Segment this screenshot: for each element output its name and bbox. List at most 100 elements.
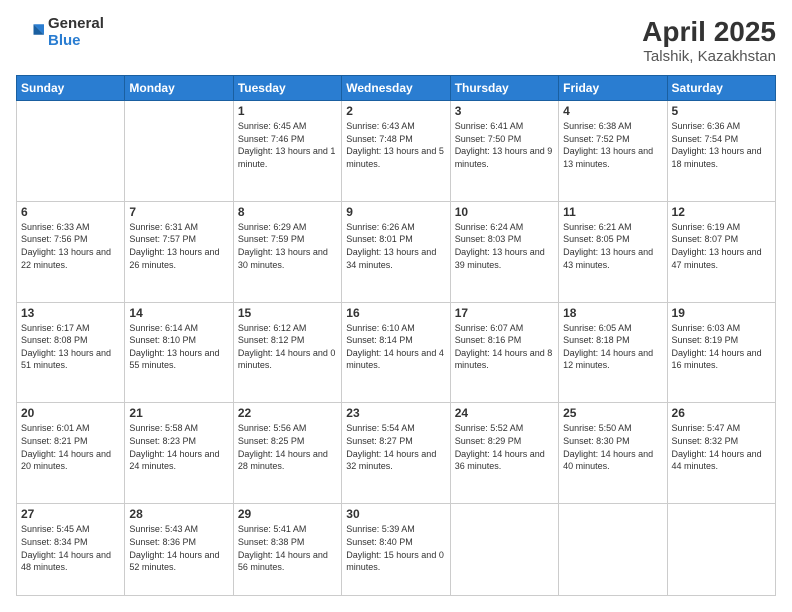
weekday-header-monday: Monday [125, 76, 233, 101]
calendar-cell: 24 Sunrise: 5:52 AM Sunset: 8:29 PM Dayli… [450, 403, 558, 504]
title-block: April 2025 Talshik, Kazakhstan [642, 16, 776, 65]
location: Talshik, Kazakhstan [642, 48, 776, 65]
calendar-cell [125, 101, 233, 202]
logo-text: General Blue [48, 16, 104, 49]
day-info: Sunrise: 6:29 AM Sunset: 7:59 PM Dayligh… [238, 221, 337, 271]
logo-icon [16, 19, 44, 47]
day-info: Sunrise: 5:56 AM Sunset: 8:25 PM Dayligh… [238, 422, 337, 472]
calendar-cell: 12 Sunrise: 6:19 AM Sunset: 8:07 PM Dayli… [667, 201, 775, 302]
calendar-cell: 14 Sunrise: 6:14 AM Sunset: 8:10 PM Dayli… [125, 302, 233, 403]
week-row-2: 6 Sunrise: 6:33 AM Sunset: 7:56 PM Daylig… [17, 201, 776, 302]
weekday-header-sunday: Sunday [17, 76, 125, 101]
calendar-table: SundayMondayTuesdayWednesdayThursdayFrid… [16, 75, 776, 596]
day-number: 21 [129, 406, 228, 420]
calendar-cell: 3 Sunrise: 6:41 AM Sunset: 7:50 PM Daylig… [450, 101, 558, 202]
day-info: Sunrise: 5:52 AM Sunset: 8:29 PM Dayligh… [455, 422, 554, 472]
weekday-header-wednesday: Wednesday [342, 76, 450, 101]
calendar-cell: 8Sunrise: 6:29 AM Sunset: 7:59 PM Daylig… [233, 201, 341, 302]
day-number: 27 [21, 507, 120, 521]
page: General Blue April 2025 Talshik, Kazakhs… [0, 0, 792, 612]
day-info: Sunrise: 5:43 AM Sunset: 8:36 PM Dayligh… [129, 523, 228, 573]
header: General Blue April 2025 Talshik, Kazakhs… [16, 16, 776, 65]
day-info: Sunrise: 6:45 AM Sunset: 7:46 PM Dayligh… [238, 120, 337, 170]
calendar-cell: 30 Sunrise: 5:39 AM Sunset: 8:40 PM Dayli… [342, 504, 450, 596]
day-info: Sunrise: 6:24 AM Sunset: 8:03 PM Dayligh… [455, 221, 554, 271]
calendar-cell: 6 Sunrise: 6:33 AM Sunset: 7:56 PM Daylig… [17, 201, 125, 302]
calendar-cell: 28 Sunrise: 5:43 AM Sunset: 8:36 PM Dayli… [125, 504, 233, 596]
calendar-cell: 20 Sunrise: 6:01 AM Sunset: 8:21 PM Dayli… [17, 403, 125, 504]
day-info: Sunrise: 6:31 AM Sunset: 7:57 PM Dayligh… [129, 221, 228, 271]
day-number: 4 [563, 104, 662, 118]
day-number: 1 [238, 104, 337, 118]
day-info: Sunrise: 6:41 AM Sunset: 7:50 PM Dayligh… [455, 120, 554, 170]
week-row-5: 27 Sunrise: 5:45 AM Sunset: 8:34 PM Dayli… [17, 504, 776, 596]
day-number: 24 [455, 406, 554, 420]
calendar-cell: 23 Sunrise: 5:54 AM Sunset: 8:27 PM Dayli… [342, 403, 450, 504]
day-number: 14 [129, 306, 228, 320]
calendar-cell: 11 Sunrise: 6:21 AM Sunset: 8:05 PM Dayli… [559, 201, 667, 302]
calendar-cell: 1 Sunrise: 6:45 AM Sunset: 7:46 PM Daylig… [233, 101, 341, 202]
day-number: 26 [672, 406, 771, 420]
day-info: Sunrise: 6:21 AM Sunset: 8:05 PM Dayligh… [563, 221, 662, 271]
calendar-cell: 2Sunrise: 6:43 AM Sunset: 7:48 PM Daylig… [342, 101, 450, 202]
day-info: Sunrise: 5:58 AM Sunset: 8:23 PM Dayligh… [129, 422, 228, 472]
day-number: 2 [346, 104, 445, 118]
day-number: 11 [563, 205, 662, 219]
day-info: Sunrise: 6:07 AM Sunset: 8:16 PM Dayligh… [455, 322, 554, 372]
day-info: Sunrise: 6:26 AM Sunset: 8:01 PM Dayligh… [346, 221, 445, 271]
day-number: 30 [346, 507, 445, 521]
day-number: 23 [346, 406, 445, 420]
day-number: 7 [129, 205, 228, 219]
day-info: Sunrise: 6:12 AM Sunset: 8:12 PM Dayligh… [238, 322, 337, 372]
day-info: Sunrise: 6:36 AM Sunset: 7:54 PM Dayligh… [672, 120, 771, 170]
day-number: 16 [346, 306, 445, 320]
day-number: 10 [455, 205, 554, 219]
day-number: 19 [672, 306, 771, 320]
day-info: Sunrise: 6:03 AM Sunset: 8:19 PM Dayligh… [672, 322, 771, 372]
calendar-cell: 18 Sunrise: 6:05 AM Sunset: 8:18 PM Dayli… [559, 302, 667, 403]
weekday-header-thursday: Thursday [450, 76, 558, 101]
day-info: Sunrise: 6:14 AM Sunset: 8:10 PM Dayligh… [129, 322, 228, 372]
day-number: 29 [238, 507, 337, 521]
calendar-cell: 13Sunrise: 6:17 AM Sunset: 8:08 PM Dayli… [17, 302, 125, 403]
calendar-cell: 26 Sunrise: 5:47 AM Sunset: 8:32 PM Dayli… [667, 403, 775, 504]
day-number: 9 [346, 205, 445, 219]
week-row-1: 1 Sunrise: 6:45 AM Sunset: 7:46 PM Daylig… [17, 101, 776, 202]
day-number: 18 [563, 306, 662, 320]
day-info: Sunrise: 5:41 AM Sunset: 8:38 PM Dayligh… [238, 523, 337, 573]
day-info: Sunrise: 5:47 AM Sunset: 8:32 PM Dayligh… [672, 422, 771, 472]
calendar-cell: 17Sunrise: 6:07 AM Sunset: 8:16 PM Dayli… [450, 302, 558, 403]
logo: General Blue [16, 16, 104, 49]
day-number: 13 [21, 306, 120, 320]
day-number: 6 [21, 205, 120, 219]
day-number: 12 [672, 205, 771, 219]
calendar-cell: 5 Sunrise: 6:36 AM Sunset: 7:54 PM Daylig… [667, 101, 775, 202]
day-info: Sunrise: 5:54 AM Sunset: 8:27 PM Dayligh… [346, 422, 445, 472]
calendar-cell: 25Sunrise: 5:50 AM Sunset: 8:30 PM Dayli… [559, 403, 667, 504]
calendar-cell: 19 Sunrise: 6:03 AM Sunset: 8:19 PM Dayli… [667, 302, 775, 403]
day-number: 20 [21, 406, 120, 420]
day-info: Sunrise: 5:39 AM Sunset: 8:40 PM Dayligh… [346, 523, 445, 573]
day-info: Sunrise: 5:45 AM Sunset: 8:34 PM Dayligh… [21, 523, 120, 573]
day-info: Sunrise: 5:50 AM Sunset: 8:30 PM Dayligh… [563, 422, 662, 472]
calendar-cell: 29 Sunrise: 5:41 AM Sunset: 8:38 PM Dayli… [233, 504, 341, 596]
day-number: 28 [129, 507, 228, 521]
day-info: Sunrise: 6:19 AM Sunset: 8:07 PM Dayligh… [672, 221, 771, 271]
calendar-cell: 15Sunrise: 6:12 AM Sunset: 8:12 PM Dayli… [233, 302, 341, 403]
day-info: Sunrise: 6:10 AM Sunset: 8:14 PM Dayligh… [346, 322, 445, 372]
day-number: 5 [672, 104, 771, 118]
calendar-cell: 27 Sunrise: 5:45 AM Sunset: 8:34 PM Dayli… [17, 504, 125, 596]
day-info: Sunrise: 6:05 AM Sunset: 8:18 PM Dayligh… [563, 322, 662, 372]
day-number: 3 [455, 104, 554, 118]
calendar-cell [559, 504, 667, 596]
week-row-4: 20 Sunrise: 6:01 AM Sunset: 8:21 PM Dayli… [17, 403, 776, 504]
calendar-cell: 9 Sunrise: 6:26 AM Sunset: 8:01 PM Daylig… [342, 201, 450, 302]
day-info: Sunrise: 6:01 AM Sunset: 8:21 PM Dayligh… [21, 422, 120, 472]
month-year: April 2025 [642, 16, 776, 48]
calendar-cell: 10 Sunrise: 6:24 AM Sunset: 8:03 PM Dayli… [450, 201, 558, 302]
weekday-header-saturday: Saturday [667, 76, 775, 101]
weekday-header-row: SundayMondayTuesdayWednesdayThursdayFrid… [17, 76, 776, 101]
day-number: 22 [238, 406, 337, 420]
calendar-cell [450, 504, 558, 596]
day-info: Sunrise: 6:33 AM Sunset: 7:56 PM Dayligh… [21, 221, 120, 271]
